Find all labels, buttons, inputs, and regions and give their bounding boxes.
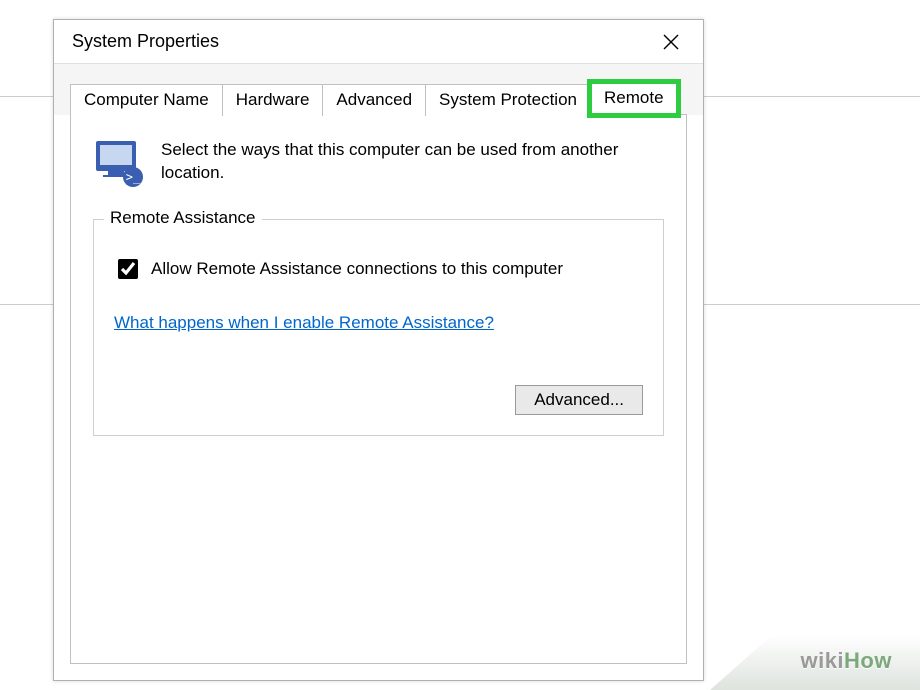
group-title: Remote Assistance [104, 208, 262, 228]
remote-computer-icon: >_ [93, 137, 147, 191]
checkbox-label: Allow Remote Assistance connections to t… [151, 259, 563, 279]
tab-strip: Computer NameHardwareAdvancedSystem Prot… [54, 64, 703, 115]
tab-remote[interactable]: Remote [590, 82, 678, 115]
titlebar: System Properties [54, 20, 703, 64]
svg-text:>_: >_ [126, 170, 141, 184]
close-button[interactable] [649, 20, 693, 64]
watermark-how: How [844, 648, 892, 673]
intro-row: >_ Select the ways that this computer ca… [93, 137, 664, 191]
allow-remote-assistance-checkbox-row[interactable]: Allow Remote Assistance connections to t… [114, 256, 643, 282]
watermark: wikiHow [800, 648, 892, 674]
tab-advanced[interactable]: Advanced [322, 84, 426, 116]
remote-assistance-help-link[interactable]: What happens when I enable Remote Assist… [114, 313, 494, 333]
tab-panel-remote: >_ Select the ways that this computer ca… [70, 114, 687, 664]
watermark-wiki: wiki [800, 648, 844, 673]
allow-remote-assistance-checkbox[interactable] [118, 259, 138, 279]
tab-hardware[interactable]: Hardware [222, 84, 324, 116]
button-row: Advanced... [114, 385, 643, 415]
close-icon [663, 34, 679, 50]
dialog-title: System Properties [72, 31, 649, 52]
intro-text: Select the ways that this computer can b… [161, 137, 664, 185]
advanced-button[interactable]: Advanced... [515, 385, 643, 415]
tab-computer-name[interactable]: Computer Name [70, 84, 223, 116]
tab-system-protection[interactable]: System Protection [425, 84, 591, 116]
system-properties-dialog: System Properties Computer NameHardwareA… [53, 19, 704, 681]
remote-assistance-group: Remote Assistance Allow Remote Assistanc… [93, 219, 664, 436]
